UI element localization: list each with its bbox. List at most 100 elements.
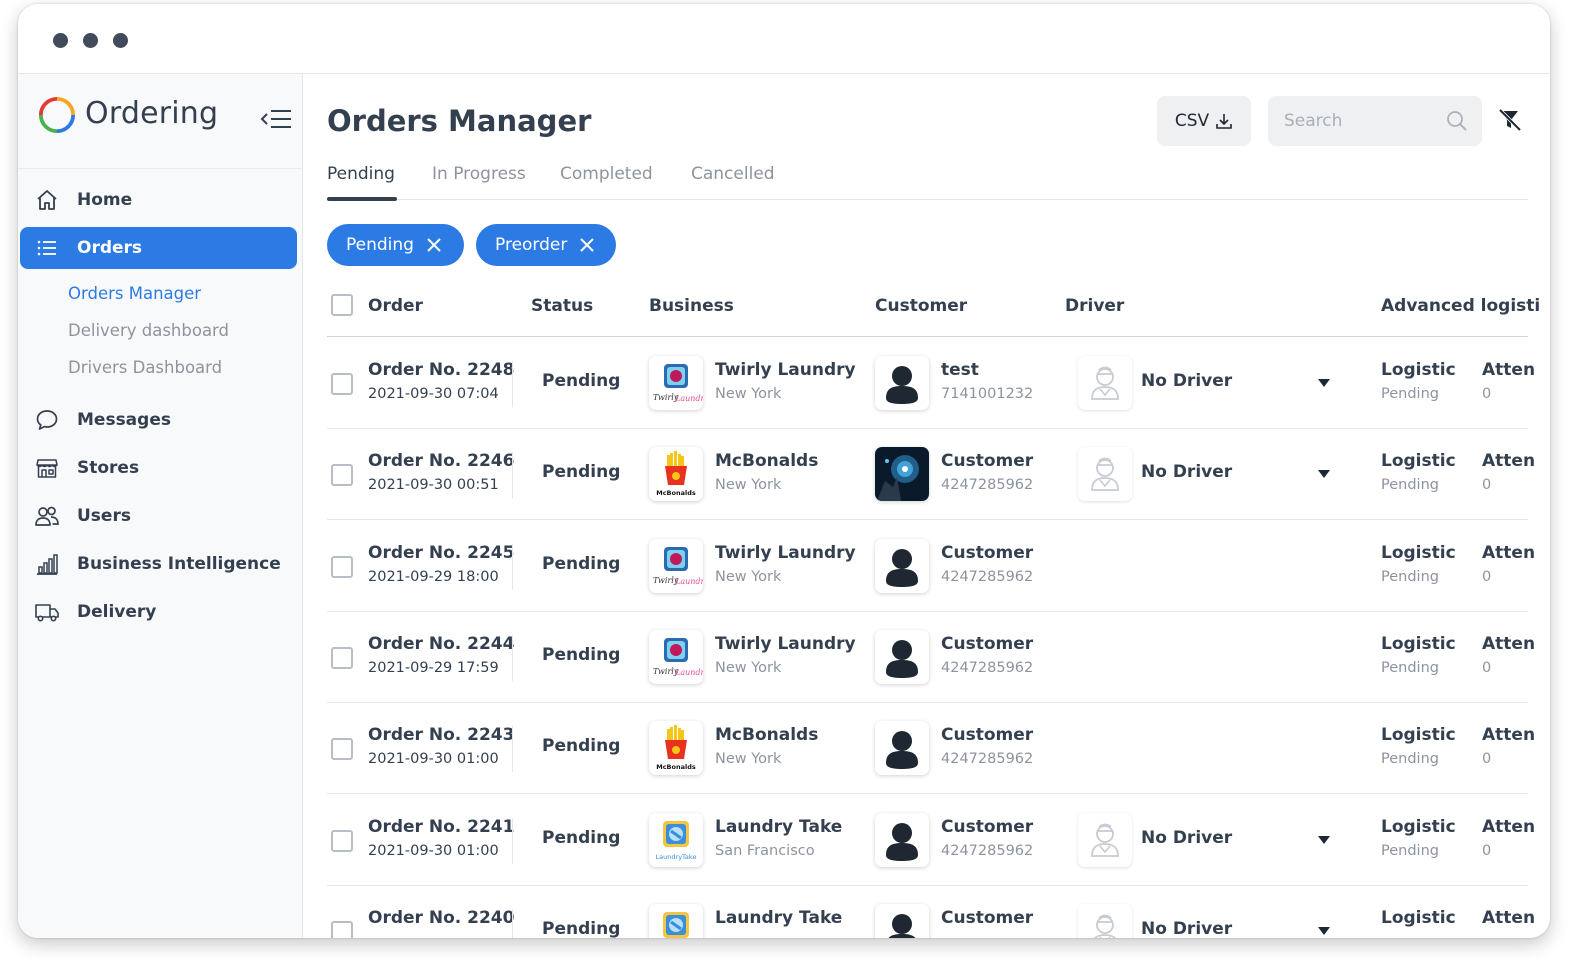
customer-name: Customer: [941, 633, 1034, 654]
select-all-checkbox[interactable]: [331, 294, 353, 316]
collapse-sidebar-icon[interactable]: [260, 108, 292, 130]
download-icon: [1216, 114, 1232, 129]
customer-avatar-icon: [888, 913, 916, 938]
customer-avatar-icon: [886, 822, 918, 861]
driver-dropdown-caret-icon[interactable]: [1317, 378, 1331, 388]
sidebar-item-messages[interactable]: Messages: [20, 399, 297, 441]
order-date: 2021-09-30 01:00: [368, 751, 499, 768]
mcbonalds-logo: McBonalds: [656, 451, 696, 497]
sidebar-item-home[interactable]: Home: [20, 179, 297, 221]
driver-avatar: [1078, 812, 1132, 867]
order-number[interactable]: Order No. 2248: [368, 360, 514, 380]
row-checkbox[interactable]: [331, 920, 353, 938]
order-date: 2021-09-30 00:51: [368, 477, 499, 494]
driver-dropdown-caret-icon[interactable]: [1317, 835, 1331, 845]
row-checkbox[interactable]: [331, 646, 353, 669]
filter-chip-pending[interactable]: Pending: [327, 224, 464, 266]
business-name: Twirly Laundry: [715, 633, 856, 654]
filter-chip-preorder[interactable]: Preorder: [476, 224, 616, 266]
sidebar-item-delivery[interactable]: Delivery: [20, 591, 297, 633]
business-city: New York: [715, 386, 782, 402]
store-icon: [34, 455, 60, 481]
driver-dropdown-caret-icon[interactable]: [1317, 469, 1331, 479]
driver-dropdown-caret-icon[interactable]: [1317, 926, 1331, 936]
column-header-status[interactable]: Status: [531, 296, 593, 316]
customer-avatar: [875, 721, 929, 776]
driver-name: No Driver: [1141, 918, 1233, 938]
sidebar-item-users[interactable]: Users: [20, 495, 297, 537]
customer-avatar-icon: [886, 548, 918, 587]
column-header-advanced-logistics[interactable]: Advanced logisti: [1381, 296, 1540, 316]
filter-chip-label: Preorder: [495, 235, 568, 255]
sidebar-item-label: Home: [77, 190, 133, 210]
sidebar-item-stores[interactable]: Stores: [20, 447, 297, 489]
business-name: Laundry Take: [715, 907, 843, 928]
logistic-status: Pending: [1381, 842, 1439, 859]
attempts-label: Atten: [1482, 633, 1536, 654]
attempts-label: Atten: [1482, 451, 1536, 472]
table-row[interactable]: Order No. 2245 2021-09-29 18:00 Pending Twi…: [327, 521, 1535, 612]
column-header-order[interactable]: Order: [368, 296, 423, 316]
column-divider: [512, 817, 513, 864]
order-number[interactable]: Order No. 2241: [368, 817, 514, 837]
search-icon[interactable]: [1446, 110, 1468, 132]
column-header-business[interactable]: Business: [649, 296, 734, 316]
driver-placeholder-icon: [1091, 823, 1119, 857]
table-row[interactable]: Order No. 2244 2021-09-29 17:59 Pending Twi…: [327, 612, 1535, 703]
logistic-label: Logistic: [1381, 360, 1456, 380]
row-checkbox[interactable]: [331, 464, 353, 487]
sidebar-item-business-intelligence[interactable]: Business Intelligence: [20, 543, 297, 585]
mcbonalds-logo: McBonalds: [656, 725, 696, 771]
customer-avatar: [875, 903, 929, 938]
close-icon[interactable]: [579, 237, 595, 253]
attempts-count: 0: [1482, 568, 1492, 585]
row-checkbox[interactable]: [331, 373, 353, 395]
tab-in-progress[interactable]: In Progress: [432, 164, 526, 184]
business-city: New York: [715, 659, 782, 676]
row-checkbox[interactable]: [331, 738, 353, 761]
truck-icon: [34, 599, 60, 625]
close-icon[interactable]: [426, 237, 442, 253]
table-row[interactable]: Order No. 2248 2021-09-30 07:04 Pending Twi…: [327, 338, 1535, 429]
sidebar-subitem-orders-manager[interactable]: Orders Manager: [68, 284, 201, 303]
sidebar-item-label: Stores: [77, 458, 140, 478]
table-row[interactable]: Order No. 2246 2021-09-30 00:51 Pending McB…: [327, 429, 1535, 521]
tab-completed[interactable]: Completed: [560, 164, 653, 184]
search-input[interactable]: [1284, 96, 1444, 146]
attempts-count: 0: [1482, 659, 1492, 676]
column-header-customer[interactable]: Customer: [875, 296, 967, 316]
clear-filter-icon[interactable]: [1497, 108, 1523, 132]
sidebar-item-label: Delivery: [77, 602, 157, 622]
table-row[interactable]: Order No. 2240 Pending LaundryTake Laundry …: [327, 886, 1535, 938]
tab-cancelled[interactable]: Cancelled: [691, 164, 775, 184]
order-number[interactable]: Order No. 2246: [368, 451, 514, 471]
business-name: McBonalds: [715, 451, 819, 472]
csv-export-button[interactable]: CSV: [1157, 96, 1251, 146]
window-control-dot[interactable]: [53, 33, 68, 48]
row-checkbox[interactable]: [331, 829, 353, 852]
column-header-driver[interactable]: Driver: [1065, 296, 1124, 316]
driver-avatar: [1078, 903, 1132, 938]
sidebar: Ordering Home Orders Orders Manager Deli…: [18, 74, 303, 938]
business-logo: LaundryTake: [649, 812, 703, 867]
window-control-dot[interactable]: [113, 33, 128, 48]
order-number[interactable]: Order No. 2240: [368, 908, 514, 928]
attempts-label: Atten: [1482, 542, 1536, 563]
row-checkbox[interactable]: [331, 555, 353, 578]
attempts-count: 0: [1482, 842, 1492, 859]
column-divider: [512, 452, 513, 499]
sidebar-subitem-delivery-dashboard[interactable]: Delivery dashboard: [68, 321, 229, 340]
table-row[interactable]: Order No. 2241 2021-09-30 01:00 Pending Lau…: [327, 795, 1535, 886]
table-row[interactable]: Order No. 2243 2021-09-30 01:00 Pending McB…: [327, 703, 1535, 795]
driver-name: No Driver: [1141, 462, 1233, 483]
tab-pending[interactable]: Pending: [327, 164, 395, 184]
sidebar-subitem-drivers-dashboard[interactable]: Drivers Dashboard: [68, 358, 222, 377]
order-status: Pending: [542, 918, 621, 938]
sidebar-item-orders[interactable]: Orders: [20, 227, 297, 269]
window-control-dot[interactable]: [83, 33, 98, 48]
laundry-take-logo: LaundryTake: [656, 820, 696, 861]
window-titlebar: [18, 4, 1550, 74]
order-number[interactable]: Order No. 2244: [368, 634, 514, 654]
order-number[interactable]: Order No. 2245: [368, 543, 514, 563]
order-number[interactable]: Order No. 2243: [368, 725, 514, 745]
